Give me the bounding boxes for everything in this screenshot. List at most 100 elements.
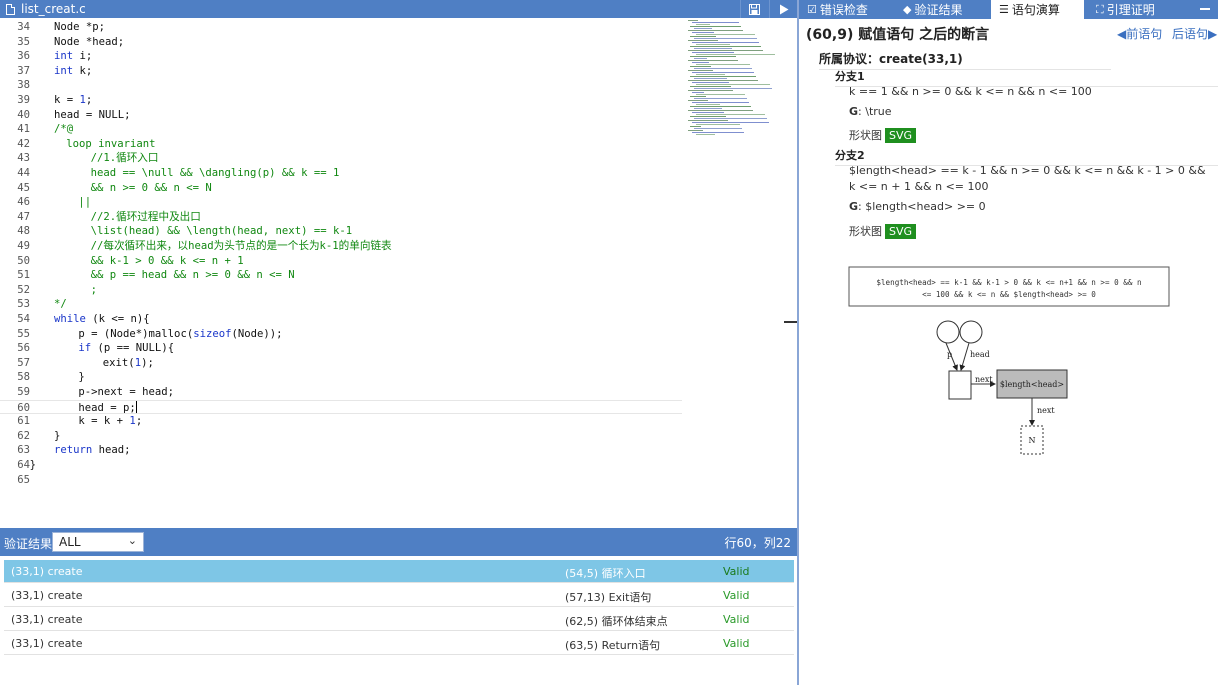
table-row[interactable]: (33,1) create (54,5) 循环入口 Valid	[4, 560, 794, 583]
tag-icon: ◆	[903, 3, 912, 16]
tab-error-check[interactable]: ☑ 错误检查	[799, 0, 895, 19]
table-row[interactable]: (33,1) create (62,5) 循环体结束点 Valid	[4, 608, 794, 631]
minimap-line	[692, 102, 749, 103]
code-line[interactable]: 42 loop invariant	[0, 137, 682, 152]
code-line[interactable]: 58}	[0, 370, 682, 385]
tab-verify-result[interactable]: ◆ 验证结果	[895, 0, 991, 19]
code-line[interactable]: 37 int k;	[0, 64, 682, 79]
result-filter-select[interactable]: ALL ⌄	[52, 532, 144, 552]
minimap-line	[692, 122, 769, 123]
shape-label: 形状图	[849, 225, 882, 238]
code-line[interactable]: 41 /*@	[0, 122, 682, 137]
code-line[interactable]: 62}	[0, 429, 682, 444]
code-line[interactable]: 52;	[0, 283, 682, 298]
code-line[interactable]: 38	[0, 78, 682, 93]
svg-button[interactable]: SVG	[885, 224, 917, 239]
code-line[interactable]: 40 head = NULL;	[0, 108, 682, 123]
table-row[interactable]: (33,1) create (63,5) Return语句 Valid	[4, 632, 794, 655]
code-line[interactable]: 57 exit(1);	[0, 356, 682, 371]
code-line[interactable]: 34 Node *p;	[0, 20, 682, 35]
minimize-button[interactable]	[1200, 8, 1210, 10]
tab-statement-calculus[interactable]: ☰ 语句演算	[991, 0, 1084, 19]
line-number: 50	[17, 254, 30, 267]
code-token: ;	[85, 94, 93, 106]
result-function: (33,1) create	[11, 613, 83, 626]
code-line[interactable]: 43 //1.循环入口	[0, 151, 682, 166]
code-line[interactable]: 46 ||	[0, 195, 682, 210]
table-row[interactable]: (33,1) create (57,13) Exit语句 Valid	[4, 584, 794, 607]
line-code: while (k <= n){	[54, 312, 150, 327]
code-line[interactable]: 47 //2.循环过程中及出口	[0, 210, 682, 225]
code-line[interactable]: 53 */	[0, 297, 682, 312]
code-line[interactable]: 44 head == \null && \dangling(p) && k == …	[0, 166, 682, 181]
code-line[interactable]: 61 k = k + 1;	[0, 414, 682, 429]
branch-2-g: G: $length<head> >= 0	[849, 200, 986, 213]
code-line[interactable]: 65	[0, 473, 682, 488]
line-code: head = NULL;	[54, 108, 131, 123]
minimap-line	[690, 76, 756, 77]
code-line[interactable]: 64}	[0, 458, 682, 473]
minimap-line	[696, 34, 755, 35]
code-minimap[interactable]	[686, 18, 784, 136]
line-number: 51	[17, 269, 30, 282]
next-statement-link[interactable]: 后语句▶	[1172, 25, 1217, 42]
code-line[interactable]: 45 && n >= 0 && n <= N	[0, 181, 682, 196]
save-button[interactable]	[740, 0, 768, 18]
code-editor[interactable]: 34 Node *p; 35 Node *head; 36 int i; 37 int k; 3…	[0, 18, 682, 528]
line-code: */	[54, 297, 67, 312]
tab-lemma-proof[interactable]: ⛶ 引理证明	[1088, 0, 1184, 19]
minimap-line	[692, 72, 754, 73]
code-line[interactable]: 54 while (k <= n){	[0, 312, 682, 327]
line-code: k = k + 1;	[78, 414, 142, 429]
line-code: \list(head) && \length(head, next) == k-…	[91, 224, 353, 239]
svg-button[interactable]: SVG	[885, 128, 917, 143]
minimap-line	[688, 70, 713, 71]
scrollbar-thumb[interactable]	[784, 321, 797, 323]
code-line[interactable]: 39 k = 1;	[0, 93, 682, 108]
line-number: 34	[17, 21, 30, 33]
run-button[interactable]	[769, 0, 797, 18]
minimap-line	[690, 56, 736, 57]
condition-line-2: <= 100 && k <= n && $length<head> >= 0	[922, 290, 1096, 299]
minimap-line	[690, 66, 711, 67]
code-token: );	[141, 356, 154, 369]
code-line[interactable]: 48 \list(head) && \length(head, next) == …	[0, 224, 682, 239]
var-p-node	[936, 320, 960, 344]
code-line[interactable]: 36 int i;	[0, 49, 682, 64]
tab-label: 引理证明	[1106, 3, 1155, 17]
line-number: 39	[17, 94, 30, 106]
code-line[interactable]: 59 p->next = head;	[0, 385, 682, 400]
line-code: Node *p;	[54, 20, 105, 35]
code-token: k =	[54, 94, 80, 106]
line-number: 57	[17, 356, 30, 369]
branch-2-shape: 形状图 SVG	[849, 223, 917, 239]
result-status: Valid	[723, 565, 750, 578]
code-line[interactable]: 50 && k-1 > 0 && k <= n + 1	[0, 254, 682, 269]
code-line[interactable]: 56 if (p == NULL){	[0, 341, 682, 356]
code-token: //2.循环过程中及出口	[90, 210, 201, 223]
code-line[interactable]: 49 //每次循环出来，以head为头节点的是一个长为k-1的单向链表	[0, 239, 682, 254]
code-token: head;	[92, 444, 131, 457]
line-code: ;	[91, 283, 97, 298]
code-line[interactable]: 63 return head;	[0, 443, 682, 458]
code-token: }	[54, 429, 61, 442]
shape-graph: $length<head> == k-1 && k-1 > 0 && k <= …	[848, 266, 1170, 455]
code-line[interactable]: 55 p = (Node*)malloc(sizeof(Node));	[0, 327, 682, 342]
minimap-line	[690, 116, 726, 117]
code-token: head = NULL;	[54, 108, 131, 121]
code-token: (Node));	[231, 327, 283, 340]
text-caret	[135, 400, 137, 413]
code-token: //每次循环出来，以head为头节点的是一个长为k-1的单向链表	[90, 240, 392, 252]
result-status: Valid	[723, 637, 750, 650]
minimap-line	[694, 78, 727, 79]
editor-scrollbar[interactable]	[784, 18, 797, 528]
code-line[interactable]: 51 && p == head && n >= 0 && n <= N	[0, 268, 682, 283]
code-line[interactable]: 35 Node *head;	[0, 35, 682, 50]
result-point: (62,5) 循环体结束点	[565, 615, 668, 628]
line-code: exit(1);	[103, 356, 154, 371]
code-line[interactable]: 60 head = p;	[0, 399, 682, 415]
minimap-line	[694, 98, 747, 99]
code-token: while	[54, 313, 86, 325]
prev-statement-link[interactable]: ◀前语句	[1117, 25, 1162, 42]
file-tab[interactable]: list_creat.c	[0, 0, 94, 18]
